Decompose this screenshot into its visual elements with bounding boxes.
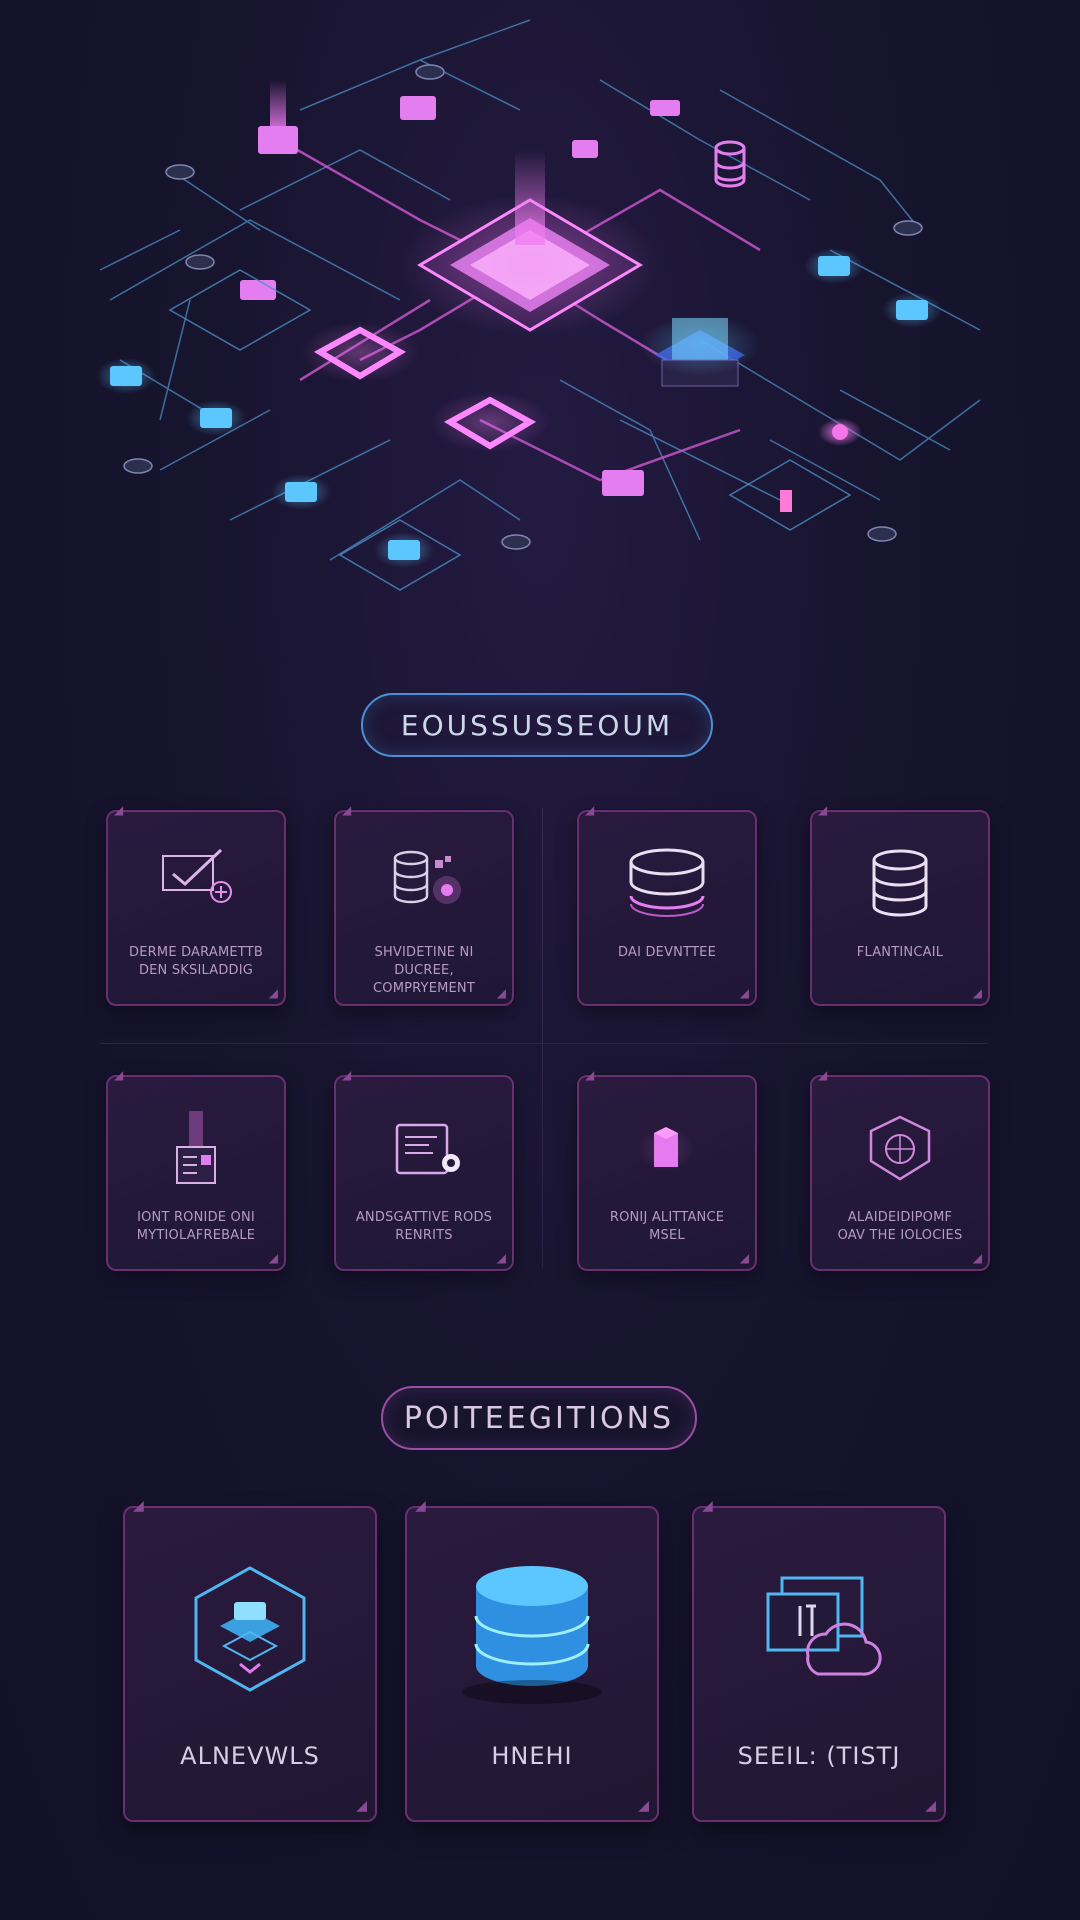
- corner-mark-icon: ◢: [356, 1798, 367, 1814]
- corner-mark-icon: ◢: [268, 1251, 278, 1265]
- feature-card-4[interactable]: ◢ FLANTINCAIL ◢: [810, 803, 990, 1006]
- corner-mark-icon: ◢: [925, 1798, 936, 1814]
- card-label: DAI DEVNTTEE: [618, 945, 716, 960]
- database-stack-icon: [812, 846, 988, 926]
- corner-mark-icon: ◢: [638, 1798, 649, 1814]
- section-title-one: EOUSSUSSEOUM: [361, 693, 713, 757]
- corner-mark-icon: ◢: [739, 986, 749, 1000]
- feature-card-3[interactable]: ◢ DAI DEVNTTEE ◢: [577, 803, 757, 1006]
- section-title-two: POITEEGITIONS: [381, 1386, 697, 1450]
- glowing-box-icon: [108, 1111, 284, 1191]
- corner-mark-icon: ◢: [268, 986, 278, 1000]
- corner-mark-icon: ◢: [342, 803, 352, 817]
- corner-mark-icon: ◢: [114, 1068, 124, 1082]
- corner-mark-icon: ◢: [496, 986, 506, 1000]
- feature-card-large-3[interactable]: ◢ SEEIL: (TISTJ ◢: [692, 1498, 946, 1822]
- corner-mark-icon: ◢: [114, 803, 124, 817]
- document-icon: [336, 1111, 512, 1191]
- feature-card-8[interactable]: ◢ ALAIDEIDIPOMF OAV THE IOLOCIES ◢: [810, 1068, 990, 1271]
- network-illustration: [96, 19, 981, 591]
- card-label: SEEIL: (TISTJ: [737, 1742, 901, 1770]
- shield-network-icon: [812, 1111, 988, 1191]
- database-cluster-icon: [336, 846, 512, 916]
- card-label: SHVIDETINE NI DUCREE, COMPRYEMENT: [372, 945, 476, 996]
- feature-card-1[interactable]: ◢ DERME DARAMETTB DEN SKSILADDIG ◢: [106, 803, 286, 1006]
- corner-mark-icon: ◢: [818, 803, 828, 817]
- feature-card-large-2[interactable]: ◢ HNEHI ◢: [405, 1498, 659, 1822]
- feature-card-5[interactable]: ◢ IONT RONIDE ONI MYTIOLAFREBALE ◢: [106, 1068, 286, 1271]
- grid-divider-horizontal: [100, 1043, 988, 1044]
- corner-mark-icon: ◢: [702, 1498, 713, 1514]
- database-icon: [579, 846, 755, 926]
- corner-mark-icon: ◢: [133, 1498, 144, 1514]
- cloud-document-icon: [694, 1560, 944, 1700]
- corner-mark-icon: ◢: [972, 986, 982, 1000]
- card-label: HNEHI: [491, 1742, 573, 1770]
- corner-mark-icon: ◢: [496, 1251, 506, 1265]
- feature-card-2[interactable]: ◢ SHVIDETINE NI DUCREE, COMPRYEMENT ◢: [334, 803, 514, 1006]
- grid-divider-vertical: [542, 808, 543, 1268]
- hero-illustration: [0, 0, 1080, 640]
- card-label: ALNEVWLS: [180, 1742, 320, 1770]
- hexagon-stack-icon: [125, 1560, 375, 1700]
- corner-mark-icon: ◢: [818, 1068, 828, 1082]
- card-label: FLANTINCAIL: [856, 945, 944, 960]
- feature-card-7[interactable]: ◢ RONIJ ALITTANCE MSEL ◢: [577, 1068, 757, 1271]
- card-label: ANDSGATTIVE RODS RENRITS: [355, 1210, 493, 1243]
- feature-card-6[interactable]: ◢ ANDSGATTIVE RODS RENRITS ◢: [334, 1068, 514, 1271]
- corner-mark-icon: ◢: [585, 803, 595, 817]
- feature-card-large-1[interactable]: ◢ ALNEVWLS ◢: [123, 1498, 377, 1822]
- database-cylinder-icon: [407, 1560, 657, 1710]
- cube-icon: [579, 1111, 755, 1191]
- card-label: RONIJ ALITTANCE MSEL: [609, 1210, 725, 1243]
- card-label: DERME DARAMETTB DEN SKSILADDIG: [129, 945, 263, 978]
- corner-mark-icon: ◢: [585, 1068, 595, 1082]
- card-label: IONT RONIDE ONI MYTIOLAFREBALE: [136, 1210, 256, 1243]
- pen-check-icon: [108, 846, 284, 912]
- corner-mark-icon: ◢: [342, 1068, 352, 1082]
- corner-mark-icon: ◢: [739, 1251, 749, 1265]
- corner-mark-icon: ◢: [415, 1498, 426, 1514]
- card-label: ALAIDEIDIPOMF OAV THE IOLOCIES: [837, 1210, 963, 1243]
- corner-mark-icon: ◢: [972, 1251, 982, 1265]
